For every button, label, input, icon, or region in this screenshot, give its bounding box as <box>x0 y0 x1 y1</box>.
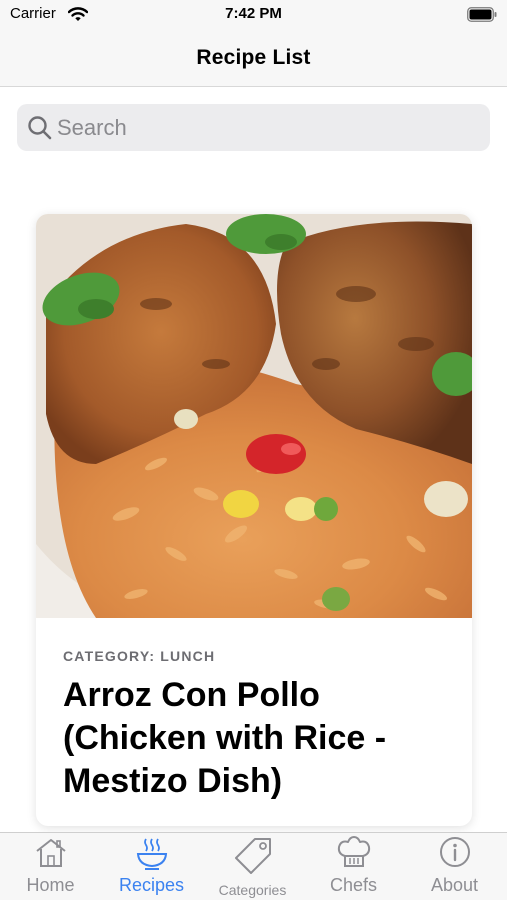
tab-recipes[interactable]: Recipes <box>101 833 202 900</box>
search-icon <box>28 116 52 140</box>
tab-categories-label: Categories <box>218 882 287 898</box>
bowl-icon <box>136 838 167 870</box>
search-input[interactable] <box>57 104 477 151</box>
tab-bar: Home Recipes Categories Chefs About <box>0 832 507 900</box>
search-bar[interactable] <box>17 104 490 151</box>
tab-chefs-label: Chefs <box>329 875 378 895</box>
info-icon <box>439 837 470 867</box>
tab-home[interactable]: Home <box>0 833 101 900</box>
status-time: 7:42 PM <box>225 5 282 22</box>
battery-icon <box>467 7 497 22</box>
tab-about-label: About <box>430 875 479 895</box>
page-title: Recipe List <box>196 46 311 69</box>
navigation-bar: Recipe List <box>0 30 507 87</box>
house-icon <box>35 839 66 867</box>
recipe-title: Arroz Con Pollo (Chicken with Rice - Mes… <box>63 676 387 800</box>
recipe-card[interactable]: CATEGORY: LUNCH Arroz Con Pollo (Chicken… <box>36 214 472 826</box>
tab-categories[interactable]: Categories <box>202 833 303 900</box>
chef-hat-icon <box>337 836 370 867</box>
tab-about[interactable]: About <box>404 833 505 900</box>
status-bar: Carrier 7:42 PM <box>0 0 507 30</box>
recipe-category: CATEGORY: LUNCH <box>63 648 216 664</box>
recipe-image <box>36 214 472 618</box>
tab-home-label: Home <box>26 875 75 895</box>
tab-chefs[interactable]: Chefs <box>303 833 404 900</box>
tab-recipes-label: Recipes <box>118 875 185 895</box>
tag-icon <box>234 838 271 874</box>
